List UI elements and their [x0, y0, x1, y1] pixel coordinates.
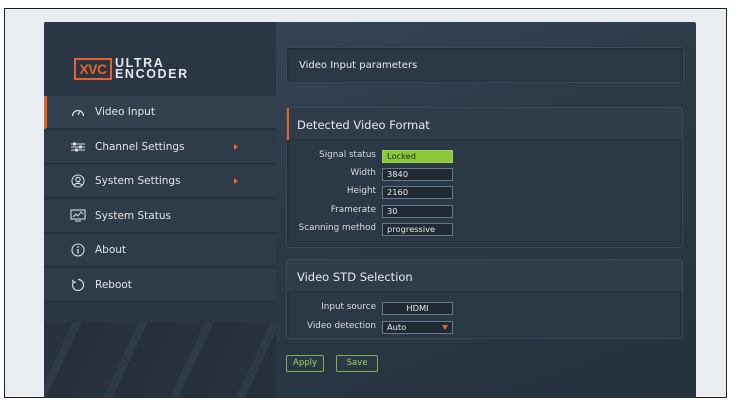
- section-header: Detected Video Format: [287, 108, 682, 140]
- sidebar-item-label: Channel Settings: [95, 140, 185, 153]
- submenu-arrow-icon: [234, 178, 238, 184]
- sidebar: XVC ULTRA ENCODER Video Input Channel Se…: [44, 22, 276, 398]
- scanning-method-value: progressive: [382, 223, 453, 236]
- logo: XVC ULTRA ENCODER: [74, 56, 189, 82]
- app-window: XVC ULTRA ENCODER Video Input Channel Se…: [44, 22, 696, 398]
- user-circle-icon: [70, 174, 86, 188]
- height-value: 2160: [382, 186, 453, 199]
- input-source-row: Input source: [287, 302, 376, 315]
- section-title: Video STD Selection: [297, 270, 413, 284]
- sidebar-item-label: Video Input: [95, 106, 155, 118]
- signal-status-badge: Locked: [382, 150, 453, 163]
- sidebar-item-video-input[interactable]: Video Input: [44, 96, 276, 129]
- video-std-section: Video STD Selection Input source HDMI Vi…: [286, 259, 683, 339]
- width-row: Width: [287, 168, 376, 181]
- sidebar-item-label: Reboot: [95, 278, 132, 291]
- logo-line-2: ENCODER: [115, 67, 189, 81]
- input-source-field[interactable]: HDMI: [382, 302, 453, 315]
- framerate-value: 30: [382, 205, 453, 218]
- logo-badge: XVC: [74, 58, 112, 80]
- scanning-method-row: Scanning method: [287, 223, 376, 236]
- submenu-arrow-icon: [234, 143, 238, 150]
- page-header: Video Input parameters: [286, 47, 684, 83]
- sliders-icon: [70, 140, 86, 154]
- sidebar-item-label: System Status: [95, 209, 171, 222]
- framerate-row: Framerate: [287, 205, 376, 218]
- monitor-chart-icon: [70, 209, 86, 223]
- signal-status-row: Signal status: [287, 150, 376, 163]
- scanning-method-label: Scanning method: [298, 223, 376, 233]
- section-accent: [287, 108, 289, 140]
- gauge-icon: [70, 105, 86, 119]
- sidebar-item-system-status[interactable]: System Status: [44, 199, 276, 233]
- input-source-label: Input source: [321, 302, 376, 312]
- info-icon: [70, 243, 86, 257]
- sidebar-item-label: System Settings: [95, 175, 181, 187]
- page-title: Video Input parameters: [299, 60, 418, 71]
- section-title: Detected Video Format: [297, 118, 430, 132]
- chevron-down-icon: [442, 325, 448, 330]
- detected-format-section: Detected Video Format Signal status Lock…: [286, 107, 683, 248]
- height-row: Height: [287, 186, 376, 199]
- framerate-label: Framerate: [330, 205, 376, 215]
- sidebar-item-channel-settings[interactable]: Channel Settings: [44, 130, 276, 164]
- sidebar-nav: Video Input Channel Settings System Sett…: [44, 96, 276, 303]
- video-detection-value: Auto: [387, 322, 407, 332]
- video-detection-row: Video detection: [287, 321, 376, 334]
- section-header: Video STD Selection: [287, 260, 682, 292]
- video-detection-label: Video detection: [307, 321, 376, 331]
- sidebar-item-reboot[interactable]: Reboot: [44, 268, 276, 302]
- apply-button[interactable]: Apply: [286, 355, 324, 372]
- sidebar-item-system-settings[interactable]: System Settings: [44, 165, 276, 198]
- video-detection-select[interactable]: Auto: [382, 321, 453, 334]
- sidebar-item-label: About: [95, 244, 127, 256]
- logo-wordmark: ULTRA ENCODER: [115, 57, 189, 81]
- sidebar-item-about[interactable]: About: [44, 234, 276, 267]
- height-label: Height: [346, 186, 376, 196]
- save-button[interactable]: Save: [336, 355, 378, 372]
- reboot-icon: [70, 278, 86, 292]
- width-label: Width: [350, 168, 376, 178]
- width-value: 3840: [382, 168, 453, 181]
- sidebar-decoration: [44, 322, 276, 398]
- signal-status-label: Signal status: [319, 150, 376, 160]
